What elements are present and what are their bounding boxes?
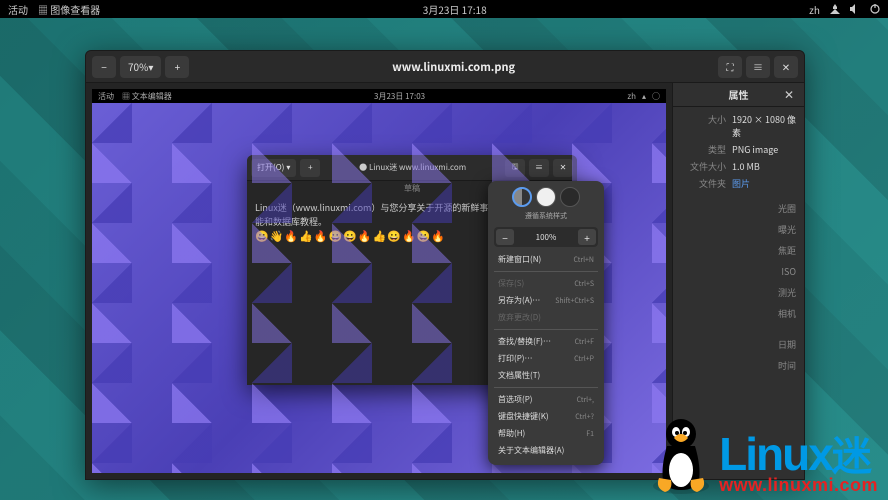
inner-activities: 活动	[98, 91, 114, 102]
editor-title: ● Linux迷 www.linuxmi.com	[359, 162, 466, 173]
viewer-headerbar: − 70% ▾ + www.linuxmi.com.png ⛶ ≡ ✕	[86, 51, 804, 83]
volume-icon[interactable]	[850, 2, 860, 17]
fullscreen-button[interactable]: ⛶	[718, 56, 742, 78]
prop-time: 时间	[673, 353, 804, 374]
inner-app-menu: ▦ 文本编辑器	[122, 91, 172, 102]
menu-item[interactable]: 首选项(P)Ctrl+,	[494, 391, 598, 408]
menu-item[interactable]: 查找/替换(F)…Ctrl+F	[494, 333, 598, 350]
image-canvas[interactable]: 活动 ▦ 文本编辑器 3月23日 17:03 zh ▴ ○	[86, 83, 672, 479]
popover-zoom-value: 100%	[536, 232, 557, 243]
window-title: www.linuxmi.com.png	[392, 59, 515, 75]
theme-dark[interactable]	[560, 187, 580, 207]
theme-system[interactable]	[512, 187, 532, 207]
close-button[interactable]: ✕	[774, 56, 798, 78]
prop-focal: 焦距	[673, 238, 804, 259]
displayed-image: 活动 ▦ 文本编辑器 3月23日 17:03 zh ▴ ○	[92, 89, 666, 473]
watermark: Linux迷 www.linuxmi.com	[647, 416, 878, 496]
zoom-level[interactable]: 70% ▾	[120, 56, 161, 78]
prop-size: 1920 × 1080 像素	[726, 113, 796, 139]
menu-item[interactable]: 帮助(H)F1	[494, 425, 598, 442]
panel-close-button[interactable]: ✕	[780, 86, 798, 104]
inner-status-icon: ▴	[642, 91, 646, 102]
theme-light[interactable]	[536, 187, 556, 207]
menu-item[interactable]: 键盘快捷键(K)Ctrl+?	[494, 408, 598, 425]
editor-popover-menu: 遵循系统样式 − 100% + 新建窗口(N)Ctrl+N 保存(S)Ctrl+S…	[488, 181, 604, 465]
activities-button[interactable]: 活动	[8, 2, 28, 17]
app-menu[interactable]: ▦ 图像查看器	[38, 2, 100, 17]
zoom-out-button[interactable]: −	[92, 56, 116, 78]
inner-wallpaper: 打开(O) ▾ + ● Linux迷 www.linuxmi.com 🖫 ≡ ✕…	[92, 103, 666, 473]
editor-menu-button[interactable]: ≡	[529, 159, 549, 177]
menu-item[interactable]: 另存为(A)…Shift+Ctrl+S	[494, 292, 598, 309]
save-button[interactable]: 🖫	[505, 159, 525, 177]
prop-metering: 测光	[673, 280, 804, 301]
prop-type: PNG image	[726, 143, 796, 156]
menu-item: 保存(S)Ctrl+S	[494, 275, 598, 292]
zoom-in-button[interactable]: +	[165, 56, 189, 78]
ime-indicator[interactable]: zh	[809, 2, 820, 17]
inner-status-icon: ○	[652, 91, 660, 102]
prop-iso: ISO	[673, 259, 804, 280]
gnome-topbar: 活动 ▦ 图像查看器 3月23日 17:18 zh	[0, 0, 888, 18]
prop-date: 日期	[673, 332, 804, 353]
menu-item[interactable]: 打印(P)…Ctrl+P	[494, 350, 598, 367]
open-button[interactable]: 打开(O) ▾	[251, 159, 296, 177]
popover-zoom-out[interactable]: −	[496, 229, 514, 245]
panel-title: 属性	[697, 87, 780, 102]
prop-filesize: 1.0 MB	[726, 160, 796, 173]
menu-item[interactable]: 新建窗口(N)Ctrl+N	[494, 251, 598, 268]
menu-item[interactable]: 文档属性(T)	[494, 367, 598, 384]
power-icon[interactable]	[870, 2, 880, 17]
prop-exposure: 曝光	[673, 217, 804, 238]
inner-ime: zh	[627, 91, 636, 102]
network-icon[interactable]	[830, 2, 840, 17]
menu-item: 放弃更改(D)	[494, 309, 598, 326]
new-tab-button[interactable]: +	[300, 159, 320, 177]
prop-aperture: 光圈	[673, 196, 804, 217]
prop-folder-link[interactable]: 图片	[726, 177, 796, 190]
hamburger-menu-button[interactable]: ≡	[746, 56, 770, 78]
inner-clock: 3月23日 17:03	[374, 91, 425, 102]
prop-camera: 相机	[673, 301, 804, 322]
menu-item[interactable]: 关于文本编辑器(A)	[494, 442, 598, 459]
popover-zoom-in[interactable]: +	[578, 229, 596, 245]
clock[interactable]: 3月23日 17:18	[423, 2, 487, 17]
watermark-url: www.linuxmi.com	[719, 475, 878, 496]
editor-close-button[interactable]: ✕	[553, 159, 573, 177]
tux-icon	[647, 416, 715, 496]
theme-label: 遵循系统样式	[494, 211, 598, 221]
